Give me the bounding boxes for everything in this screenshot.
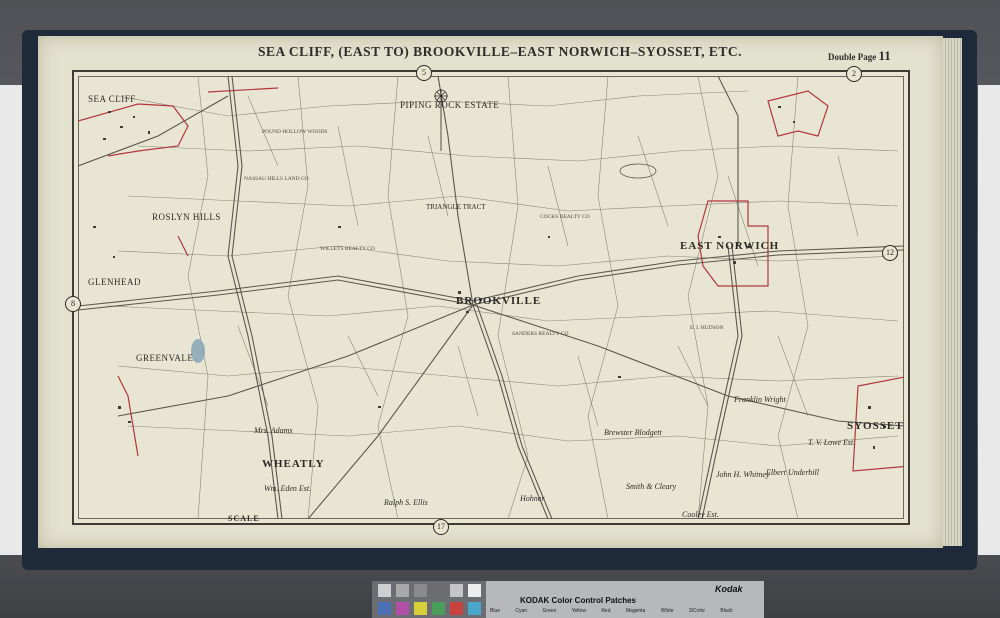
page-number-value: 11	[878, 48, 891, 63]
label-elbert: Elbert Underhill	[766, 468, 819, 477]
magenta-patch	[396, 602, 409, 615]
gray-patch	[450, 584, 463, 597]
page-label: Double Page	[828, 52, 877, 62]
sheet-ref-top-right[interactable]: 2	[846, 66, 862, 82]
label-piping-rock: PIPING ROCK ESTATE	[400, 100, 500, 110]
scan-edge-left	[0, 85, 22, 555]
label-willets-realty: WILLETS REALTY CO	[320, 246, 375, 252]
sheet-ref-bottom[interactable]: 17	[433, 519, 449, 535]
kodak-patch-names: Blue Cyan Green Yellow Red Magenta White…	[490, 608, 733, 614]
gray-patch	[468, 584, 481, 597]
scan-edge-right	[978, 85, 1000, 555]
sheet-ref-right[interactable]: 12	[882, 245, 898, 261]
pond-outline	[619, 163, 657, 179]
gray-patch	[378, 584, 391, 597]
label-franklin-wright: Franklin Wright	[734, 395, 786, 404]
green-patch	[432, 602, 445, 615]
cyan-patch	[468, 602, 481, 615]
red-patch	[450, 602, 463, 615]
label-greenvale: GREENVALE	[136, 353, 194, 363]
label-hohner: Hohner	[520, 494, 545, 503]
label-wheatly: WHEATLY	[262, 458, 325, 470]
label-mrs-adams: Mrs. Adams	[254, 426, 293, 435]
gray-patch	[414, 584, 427, 597]
scale-bar: SCALE	[228, 514, 260, 523]
label-hudson: E. I. HUDSON	[690, 325, 724, 331]
label-brookville: BROOKVILLE	[456, 295, 542, 307]
label-john-whitney: John H. Whitney	[716, 470, 770, 479]
sheet-ref-left[interactable]: 8	[65, 296, 81, 312]
label-smith-cleary: Smith & Cleary	[626, 482, 677, 491]
gray-patch	[396, 584, 409, 597]
label-tt-lowe: T. V. Lowe Est.	[808, 438, 856, 447]
label-cocks-realty: COCKS REALTY CO	[540, 214, 590, 220]
label-cooley: Cooley Est.	[682, 510, 719, 519]
blue-patch	[378, 602, 391, 615]
label-syosset: SYOSSET	[847, 420, 904, 432]
gray-patch	[432, 584, 445, 597]
map-title: SEA CLIFF, (EAST TO) BROOKVILLE–EAST NOR…	[257, 44, 743, 59]
kodak-logo: Kodak	[715, 584, 743, 594]
label-pound-hollow: POUND HOLLOW WOODS	[262, 129, 328, 135]
label-brewster: Brewster Blodgett	[604, 428, 662, 437]
label-roslyn-hills: ROSLYN HILLS	[152, 212, 221, 222]
label-glen-head: GLENHEAD	[88, 277, 141, 287]
sheet-ref-top[interactable]: 5	[416, 65, 432, 81]
scale-label: SCALE	[228, 514, 260, 523]
label-ralph-ellis: Ralph S. Ellis	[384, 498, 428, 507]
label-sea-cliff: SEA CLIFF	[88, 94, 136, 104]
label-sanders-realty: SANDERS REALTY CO	[512, 331, 569, 337]
label-east-norwich: EAST NORWICH	[680, 240, 780, 252]
page-edges	[940, 38, 962, 546]
label-nassau-hills: NASSAU HILLS LAND CO	[244, 176, 309, 182]
label-triangle-tract: TRIANGLE TRACT	[426, 203, 486, 211]
boundary-lines	[78, 87, 904, 472]
yellow-patch	[414, 602, 427, 615]
compass-rose-icon	[434, 89, 448, 151]
kodak-title: KODAK Color Control Patches	[520, 596, 637, 605]
label-wm-eden: Wm. Eden Est.	[264, 484, 312, 493]
page-number: Double Page 11	[828, 48, 891, 64]
